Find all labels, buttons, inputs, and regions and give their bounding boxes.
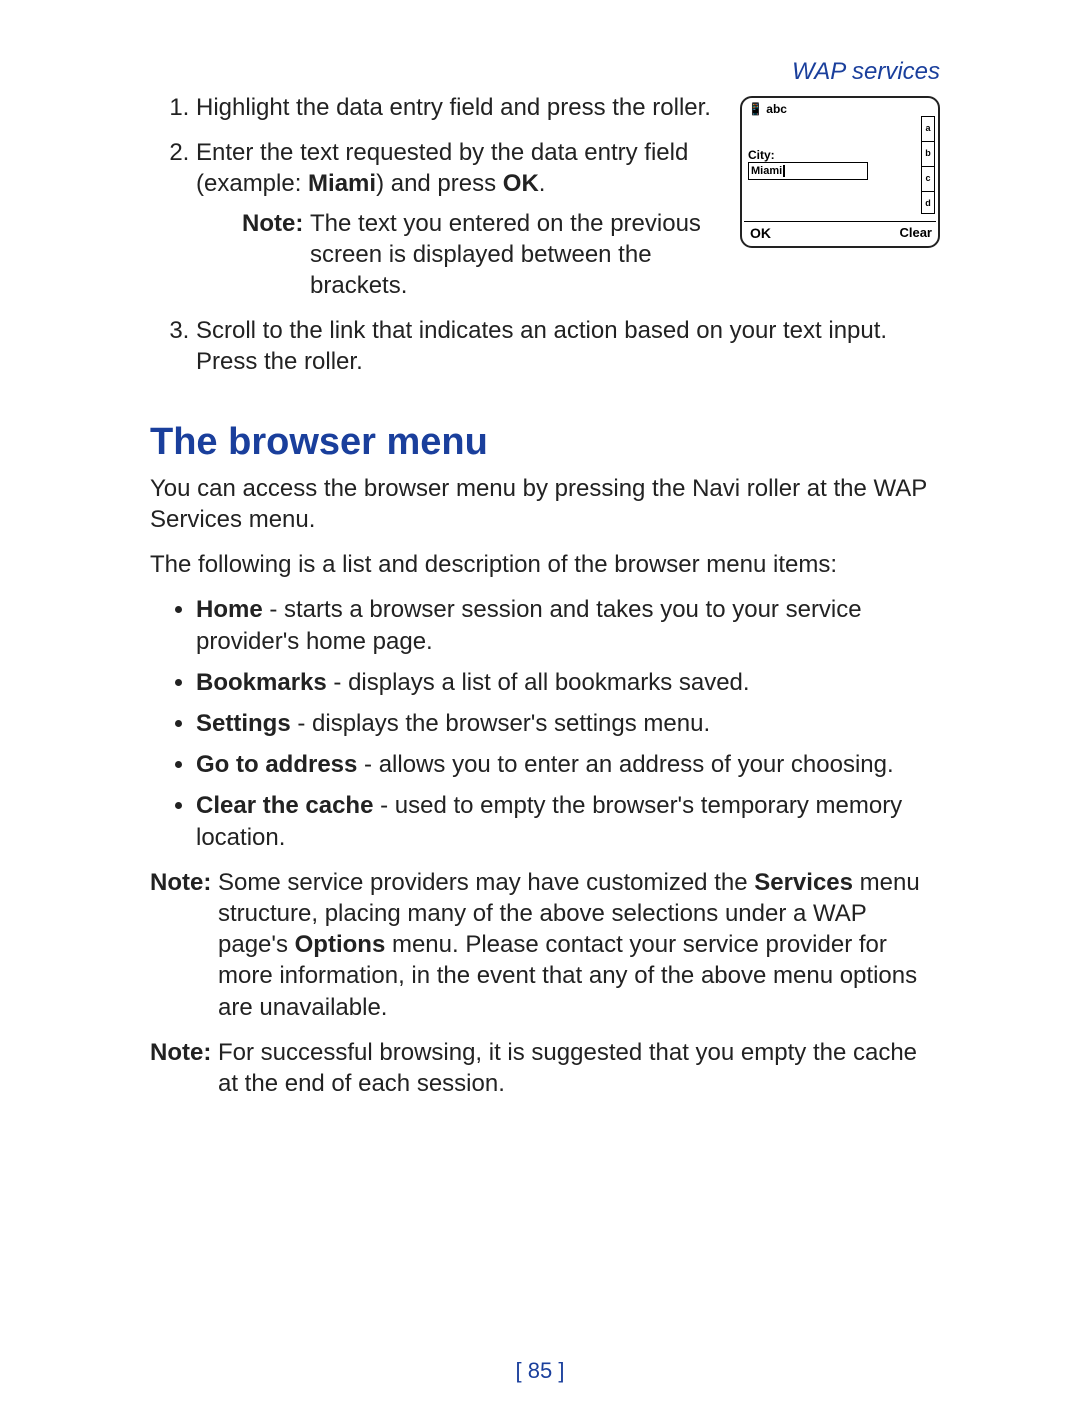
phone-screen: 📱 abc City: Miami a b c d OK Clear bbox=[740, 96, 940, 248]
footer-note-1: Note: Some service providers may have cu… bbox=[150, 867, 940, 1023]
menu-items-list: Home - starts a browser session and take… bbox=[150, 594, 940, 852]
intro-paragraph-1: You can access the browser menu by press… bbox=[150, 473, 940, 535]
menu-item-bookmarks: Bookmarks - displays a list of all bookm… bbox=[196, 667, 940, 698]
page-content: 📱 abc City: Miami a b c d OK Clear Highl… bbox=[150, 92, 940, 1099]
scroll-char: b bbox=[922, 142, 934, 167]
char-scroll-bar: a b c d bbox=[921, 116, 935, 214]
softkey-left: OK bbox=[750, 224, 771, 242]
menu-item-home: Home - starts a browser session and take… bbox=[196, 594, 940, 656]
menu-item-go-to-address: Go to address - allows you to enter an a… bbox=[196, 749, 940, 780]
section-header: WAP services bbox=[792, 58, 940, 86]
note-label: Note: bbox=[150, 867, 218, 1023]
text-entry-field: Miami bbox=[748, 162, 868, 180]
softkey-divider bbox=[744, 221, 936, 222]
footer-note-2: Note: For successful browsing, it is sug… bbox=[150, 1037, 940, 1099]
intro-paragraph-2: The following is a list and description … bbox=[150, 549, 940, 580]
step-note: Note: The text you entered on the previo… bbox=[242, 208, 720, 302]
manual-page: WAP services 📱 abc City: Miami a b c d O… bbox=[0, 0, 1080, 1412]
input-mode-indicator: 📱 abc bbox=[748, 102, 787, 118]
scroll-char: d bbox=[922, 192, 934, 216]
scroll-char: a bbox=[922, 117, 934, 142]
phone-screenshot-figure: 📱 abc City: Miami a b c d OK Clear bbox=[740, 96, 940, 248]
note-text: For successful browsing, it is suggested… bbox=[218, 1037, 940, 1099]
section-title: The browser menu bbox=[150, 418, 940, 467]
softkey-right: Clear bbox=[899, 225, 932, 242]
menu-item-clear-cache: Clear the cache - used to empty the brow… bbox=[196, 790, 940, 852]
note-text: The text you entered on the previous scr… bbox=[310, 208, 720, 302]
step-3: Scroll to the link that indicates an act… bbox=[196, 315, 940, 377]
scroll-char: c bbox=[922, 167, 934, 192]
note-label: Note: bbox=[150, 1037, 218, 1099]
note-text: Some service providers may have customiz… bbox=[218, 867, 940, 1023]
note-label: Note: bbox=[242, 208, 310, 302]
page-number: [ 85 ] bbox=[0, 1358, 1080, 1384]
menu-item-settings: Settings - displays the browser's settin… bbox=[196, 708, 940, 739]
